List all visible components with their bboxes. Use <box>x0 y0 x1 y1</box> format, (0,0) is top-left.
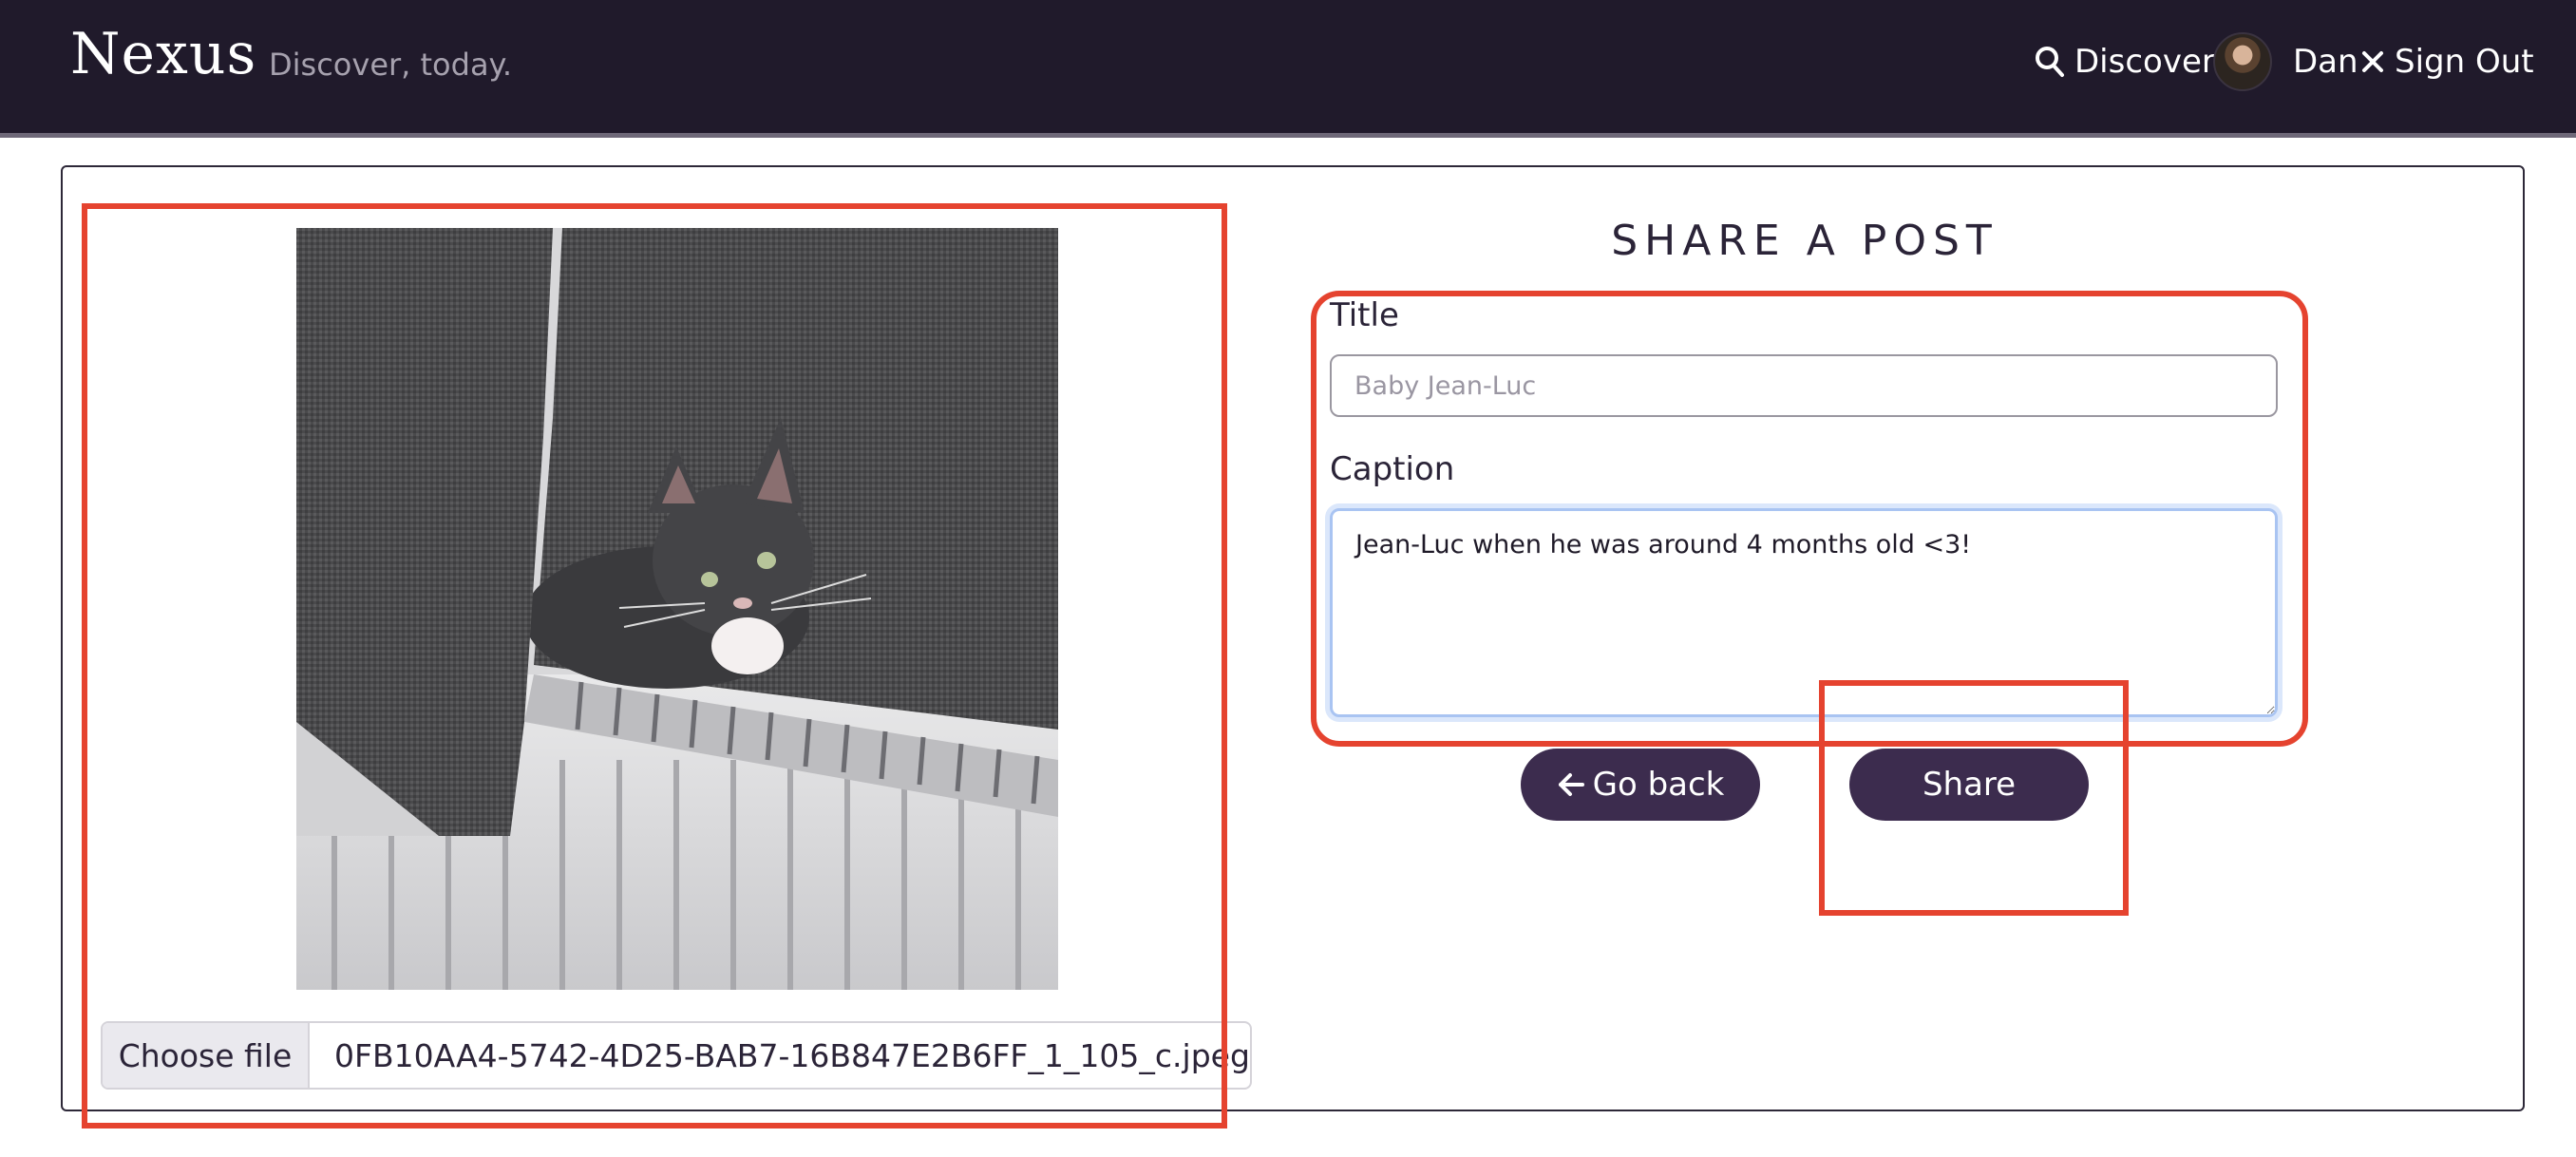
caption-textarea[interactable] <box>1330 508 2278 717</box>
share-label: Share <box>1922 766 2017 804</box>
post-image-preview <box>296 228 1058 990</box>
nav-user-profile[interactable]: Dan <box>2213 32 2358 91</box>
close-icon <box>2362 51 2383 72</box>
brand-tagline: Discover, today. <box>269 47 513 83</box>
share-button[interactable]: Share <box>1849 749 2089 821</box>
title-label: Title <box>1330 296 1399 334</box>
nav-user-name: Dan <box>2293 43 2358 81</box>
nav-sign-out-link[interactable]: Sign Out <box>2360 38 2534 85</box>
file-upload-input[interactable]: Choose file 0FB10AA4-5742-4D25-BAB7-16B8… <box>101 1021 1252 1090</box>
nav-discover-label: Discover <box>2074 43 2215 81</box>
title-input[interactable] <box>1330 354 2278 417</box>
go-back-button[interactable]: Go back <box>1521 749 1760 821</box>
go-back-label: Go back <box>1592 766 1725 804</box>
nav-discover-link[interactable]: Discover <box>2035 38 2215 85</box>
search-icon <box>2036 47 2064 77</box>
avatar <box>2213 32 2272 91</box>
page-title: SHARE A POST <box>1611 217 1998 265</box>
caption-label: Caption <box>1330 450 1455 488</box>
arrow-left-icon <box>1558 773 1584 796</box>
nav-sign-out-label: Sign Out <box>2395 43 2534 81</box>
choose-file-button[interactable]: Choose file <box>103 1023 310 1088</box>
brand-logo[interactable]: Nexus <box>70 21 256 87</box>
selected-file-name: 0FB10AA4-5742-4D25-BAB7-16B847E2B6FF_1_1… <box>334 1036 1250 1074</box>
top-navbar: Nexus Discover, today. Discover Dan Sign… <box>0 0 2576 138</box>
